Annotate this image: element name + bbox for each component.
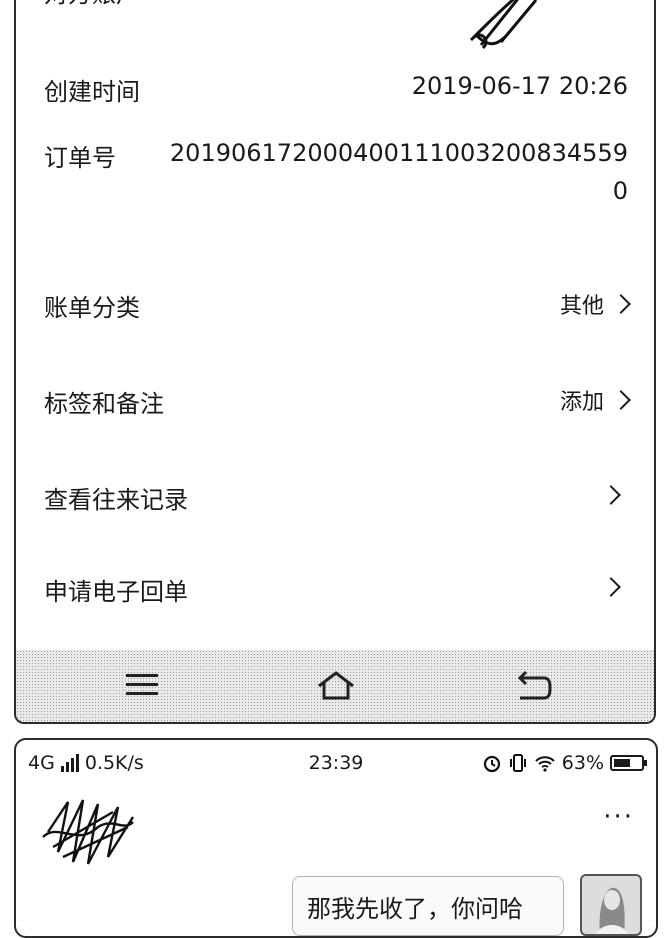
- bill-category-label: 账单分类: [44, 294, 140, 322]
- tags-notes-label: 标签和备注: [44, 390, 164, 418]
- chat-screen: 4G 0.5K/s 23:39 63% ··· 那我先收了，你问哈: [14, 738, 658, 938]
- alarm-icon: [483, 755, 500, 773]
- created-time-value: 2019-06-17 20:26: [411, 72, 628, 100]
- redaction-scribble: [469, 0, 538, 50]
- order-number-label: 订单号: [44, 144, 116, 172]
- avatar[interactable]: [580, 874, 642, 936]
- system-nav-bar: [16, 650, 654, 722]
- chat-message-bubble: 那我先收了，你问哈: [292, 876, 564, 936]
- bill-category-value: 其他: [559, 294, 604, 319]
- redacted-contact-name: [42, 799, 135, 865]
- chevron-right-icon: [601, 577, 621, 597]
- more-options-button[interactable]: ···: [603, 802, 634, 832]
- menu-icon[interactable]: [122, 668, 162, 702]
- tags-notes-value: 添加: [559, 390, 604, 415]
- chevron-right-icon: [611, 390, 631, 410]
- battery-icon: [610, 755, 647, 771]
- home-icon[interactable]: [316, 668, 356, 702]
- chevron-right-icon: [611, 294, 631, 314]
- battery-percent: 63%: [561, 752, 604, 774]
- e-receipt-label: 申请电子回单: [44, 578, 188, 606]
- transaction-history-label: 查看往来记录: [44, 486, 188, 514]
- chevron-right-icon: [601, 485, 621, 505]
- created-time-label: 创建时间: [44, 78, 140, 106]
- counterparty-label: 对方账户: [44, 0, 140, 9]
- wifi-icon: [535, 756, 555, 772]
- vibrate-icon: [509, 754, 526, 772]
- back-icon[interactable]: [514, 668, 554, 702]
- status-bar: 4G 0.5K/s 23:39 63%: [16, 750, 656, 780]
- order-number-value: 2019061720004001110032008345590: [169, 139, 628, 205]
- bill-detail-screen: 对方账户 创建时间 2019-06-17 20:26 订单号 201906172…: [14, 0, 656, 724]
